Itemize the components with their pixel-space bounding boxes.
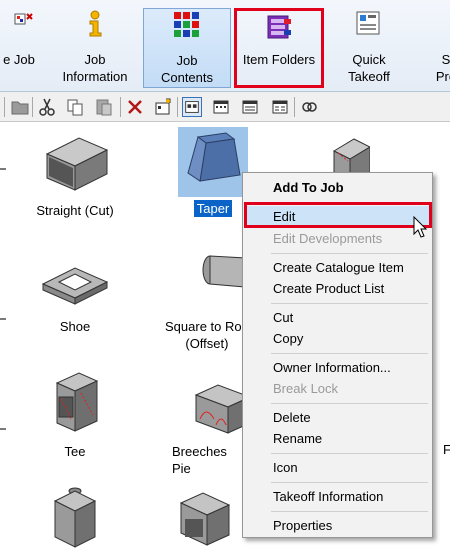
bend-duct-icon (179, 492, 231, 546)
scroll-tick (0, 318, 6, 320)
menu-item-cut[interactable]: Cut (245, 307, 430, 328)
menu-item-owner-information[interactable]: Owner Information... (245, 357, 430, 378)
partial-right-button[interactable]: S Pro (416, 8, 450, 88)
item-shoe[interactable]: Shoe (10, 248, 140, 335)
properties-icon[interactable] (153, 97, 173, 117)
item-breeches-piece[interactable]: Breeches Pie (150, 375, 252, 477)
toolbar-separator (294, 97, 295, 117)
box-duct-icon (53, 487, 97, 548)
copy-icon[interactable] (65, 97, 85, 117)
delete-icon[interactable] (125, 97, 145, 117)
menu-separator (271, 353, 428, 354)
job-information-button[interactable]: Job Information (56, 8, 134, 88)
add-job-icon (14, 13, 33, 25)
menu-separator (271, 253, 428, 254)
straight-duct-icon (45, 137, 109, 191)
shoe-duct-icon (41, 267, 109, 305)
menu-item-delete[interactable]: Delete (245, 407, 430, 428)
job-contents-button[interactable]: Job Contents (143, 8, 231, 88)
menu-separator (271, 303, 428, 304)
add-job-button[interactable]: e Job (0, 8, 52, 88)
menu-item-break-lock: Break Lock (273, 381, 339, 396)
toolbar-separator (4, 97, 5, 117)
menu-separator (271, 511, 428, 512)
toolbar-separator (32, 97, 33, 117)
item-folders-icon (267, 15, 291, 39)
ribbon: e Job Job Information Job Contents Item … (0, 0, 450, 92)
details-view-icon[interactable] (270, 97, 290, 117)
menu-item-add-to-job[interactable]: Add To Job (245, 177, 430, 198)
mouse-cursor-icon (413, 216, 428, 238)
toolbar (0, 92, 450, 122)
menu-separator (271, 453, 428, 454)
item-straight-cut[interactable]: Straight (Cut) (10, 130, 140, 219)
item-box[interactable] (10, 483, 140, 549)
cut-icon[interactable] (37, 97, 57, 117)
menu-separator (271, 403, 428, 404)
toolbar-separator (177, 97, 178, 117)
item-partial[interactable]: F (440, 437, 450, 458)
find-icon[interactable] (299, 97, 319, 117)
taper-duct-icon (187, 132, 241, 182)
scroll-tick (0, 428, 6, 430)
list-view-icon[interactable] (240, 97, 260, 117)
menu-item-icon[interactable]: Icon (245, 457, 430, 478)
large-icons-view-icon[interactable] (182, 97, 202, 117)
toolbar-separator (120, 97, 121, 117)
tee-duct-icon (55, 372, 99, 432)
menu-separator (271, 482, 428, 483)
quick-takeoff-button[interactable]: Quick Takeoff (332, 8, 406, 88)
scroll-tick (0, 168, 6, 170)
menu-item-copy[interactable]: Copy (245, 328, 430, 349)
menu-item-rename[interactable]: Rename (245, 428, 430, 449)
folder-icon[interactable] (10, 97, 30, 117)
job-contents-icon (174, 12, 199, 37)
menu-item-create-catalogue-item[interactable]: Create Catalogue Item (245, 257, 430, 278)
small-icons-view-icon[interactable] (211, 97, 231, 117)
quick-takeoff-icon (356, 11, 380, 35)
menu-item-create-product-list[interactable]: Create Product List (245, 278, 430, 299)
item-bend[interactable] (165, 483, 245, 549)
paste-icon[interactable] (94, 97, 114, 117)
menu-item-takeoff-information[interactable]: Takeoff Information (245, 486, 430, 507)
item-folders-button[interactable]: Item Folders (234, 8, 324, 88)
menu-item-properties[interactable]: Properties (245, 515, 430, 536)
edit-highlight-box (244, 202, 432, 228)
item-tee[interactable]: Tee (10, 369, 140, 460)
information-icon (89, 10, 102, 37)
menu-item-edit-developments: Edit Developments (273, 231, 383, 246)
